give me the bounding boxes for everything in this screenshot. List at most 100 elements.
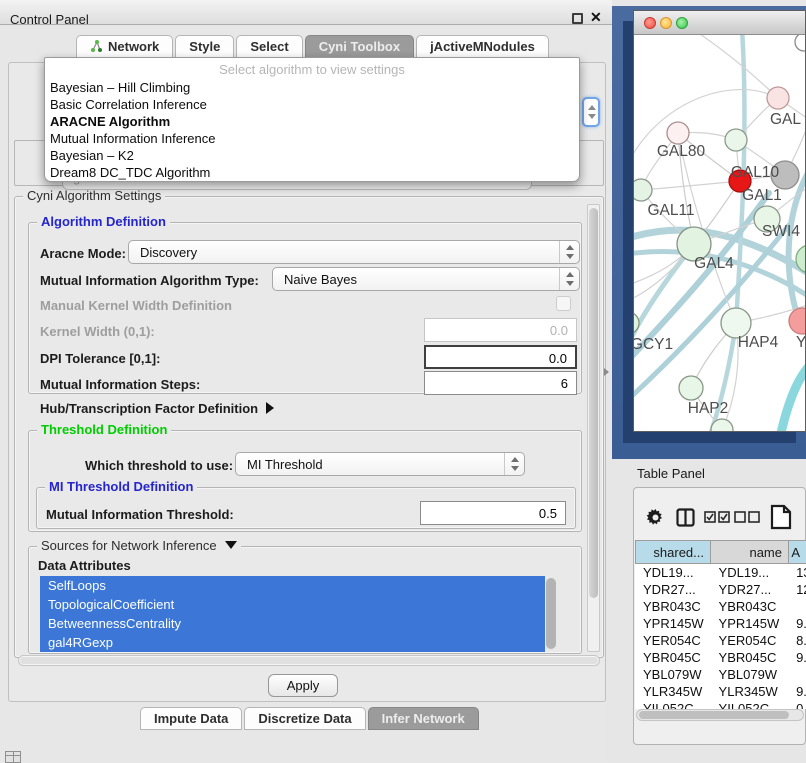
node-label: GAL (770, 111, 801, 128)
manual-kernel-width-checkbox[interactable] (556, 296, 571, 311)
combo-arrows-icon (504, 453, 524, 475)
mi-threshold-group-title: MI Threshold Definition (45, 479, 197, 494)
attribute-list-item[interactable]: gal4RGexp (40, 633, 545, 652)
data-attributes-label: Data Attributes (38, 558, 131, 573)
tab-network[interactable]: Network (76, 35, 173, 58)
algorithm-option[interactable]: Dream8 DC_TDC Algorithm (45, 164, 579, 181)
settings-horizontal-scrollbar[interactable] (18, 655, 600, 666)
table-cell: YBR043C (635, 598, 711, 615)
attributes-list-scrollbar[interactable] (545, 577, 557, 651)
table-row[interactable]: YBR043CYBR043C (635, 598, 806, 615)
algorithm-option[interactable]: Bayesian – K2 (45, 147, 579, 164)
network-node-gal[interactable] (767, 87, 789, 109)
network-node[interactable] (795, 35, 805, 51)
network-canvas[interactable]: GALGAL80GAL10GAL1GAL11SWI4GAL4GCY1HAP4YH… (634, 35, 805, 431)
split-columns-icon[interactable] (676, 508, 695, 527)
table-row[interactable]: YPR145WYPR145W9. (635, 615, 806, 632)
tab-select[interactable]: Select (236, 35, 302, 58)
close-panel-icon[interactable]: ✕ (590, 9, 602, 26)
node-label: GAL80 (657, 143, 706, 160)
table-cell: YBL079W (635, 666, 711, 683)
network-window-titlebar[interactable] (634, 11, 805, 35)
select-all-icon[interactable] (704, 511, 730, 524)
hub-definition-toggle[interactable]: Hub/Transcription Factor Definition (40, 401, 274, 416)
tab-jactivemnodules[interactable]: jActiveMNodules (416, 35, 549, 58)
minimize-window-icon[interactable] (660, 17, 672, 29)
table-cell: YBR045C (635, 649, 711, 666)
network-node-hap2[interactable] (679, 376, 703, 400)
apply-button[interactable]: Apply (268, 674, 338, 697)
table-row[interactable]: YIL052CYIL052C0 (635, 700, 806, 709)
tab-label: Network (108, 39, 159, 54)
table-row[interactable]: YLR345WYLR345W9. (635, 683, 806, 700)
aracne-mode-select[interactable]: Discovery (128, 240, 580, 264)
splitpane-collapse-icon[interactable] (604, 368, 609, 376)
network-edge[interactable] (780, 353, 805, 431)
control-panel-tabs: Network StyleSelect Cyni Toolbox jActiveMNo… (76, 35, 551, 58)
gear-icon[interactable] (646, 508, 665, 527)
bottom-tab-discretize-data[interactable]: Discretize Data (244, 707, 365, 730)
algorithm-option[interactable]: ARACNE Algorithm (45, 113, 579, 130)
mi-algorithm-type-select[interactable]: Naive Bayes (272, 267, 580, 291)
tab-style[interactable]: Style (175, 35, 234, 58)
table-cell: 12 (788, 581, 806, 598)
scrollbar-thumb[interactable] (589, 208, 598, 598)
bottom-tab-label: Infer Network (382, 711, 465, 726)
tab-label: Cyni Toolbox (319, 39, 400, 54)
mi-threshold-field[interactable]: 0.5 (420, 501, 566, 525)
new-table-icon[interactable] (770, 504, 792, 530)
tab-cyni-toolbox[interactable]: Cyni Toolbox (305, 35, 414, 58)
hub-definition-label: Hub/Transcription Factor Definition (40, 401, 258, 416)
scrollbar-thumb[interactable] (639, 711, 789, 719)
table-row[interactable]: YBL079WYBL079W (635, 666, 806, 683)
scrollbar-thumb[interactable] (546, 578, 556, 649)
table-header-row: shared...nameA (635, 540, 806, 564)
network-node-gal10[interactable] (725, 129, 747, 151)
algorithm-option[interactable]: Basic Correlation Inference (45, 96, 579, 113)
bottom-tab-impute-data[interactable]: Impute Data (140, 707, 242, 730)
table-row[interactable]: YDR27...YDR27...12 (635, 581, 806, 598)
which-threshold-select[interactable]: MI Threshold (235, 452, 525, 476)
float-window-icon[interactable] (572, 13, 583, 24)
attribute-list-item[interactable]: BetweennessCentrality (40, 614, 545, 633)
algorithm-option[interactable]: Mutual Information Inference (45, 130, 579, 147)
network-node-gcy1[interactable] (634, 312, 639, 334)
table-cell: YDL19... (635, 564, 711, 581)
table-cell: 8. (788, 632, 806, 649)
settings-group-title: Cyni Algorithm Settings (23, 188, 165, 203)
table-row[interactable]: YDL19...YDL19...13 (635, 564, 806, 581)
network-node-y[interactable] (789, 308, 805, 334)
attribute-list-item[interactable]: TopologicalCoefficient (40, 595, 545, 614)
bottom-tab-infer-network[interactable]: Infer Network (368, 707, 479, 730)
network-edge[interactable] (694, 35, 778, 98)
dpi-tolerance-field[interactable]: 0.0 (424, 345, 577, 369)
node-label: SWI4 (762, 223, 800, 240)
application-root: Control Panel ✕ NetworkStyleSelectCyni T… (0, 0, 806, 762)
sources-group-title[interactable]: Sources for Network Inference (37, 538, 241, 553)
mini-table-icon[interactable] (5, 751, 21, 763)
scrollbar-thumb[interactable] (20, 657, 598, 664)
table-panel-title: Table Panel (637, 466, 705, 481)
settings-vertical-scrollbar[interactable] (587, 204, 600, 652)
deselect-all-icon[interactable] (734, 511, 760, 524)
close-window-icon[interactable] (644, 17, 656, 29)
table-row[interactable]: YER054CYER054C8. (635, 632, 806, 649)
network-node-gal80[interactable] (667, 122, 689, 144)
column-header[interactable]: shared... (635, 540, 711, 564)
table-row[interactable]: YBR045CYBR045C9. (635, 649, 806, 666)
table-body: YDL19...YDL19...13YDR27...YDR27...12YBR0… (635, 564, 806, 709)
table-cell: YDL19... (711, 564, 789, 581)
data-attributes-list[interactable]: SelfLoopsTopologicalCoefficientBetweenne… (40, 576, 545, 652)
network-node-gal11[interactable] (634, 179, 652, 201)
zoom-window-icon[interactable] (676, 17, 688, 29)
inference-algorithm-spinner[interactable] (582, 97, 600, 127)
network-view-window[interactable]: GALGAL80GAL10GAL1GAL11SWI4GAL4GCY1HAP4YH… (633, 10, 806, 432)
attribute-list-item[interactable]: SelfLoops (40, 576, 545, 595)
mi-steps-field[interactable]: 6 (424, 371, 577, 395)
column-header[interactable]: A (789, 540, 806, 564)
table-cell: YPR145W (711, 615, 789, 632)
algorithm-option[interactable]: Bayesian – Hill Climbing (45, 79, 579, 96)
table-horizontal-scrollbar[interactable] (636, 709, 804, 721)
column-header[interactable]: name (711, 540, 789, 564)
kernel-width-field[interactable]: 0.0 (424, 318, 577, 342)
